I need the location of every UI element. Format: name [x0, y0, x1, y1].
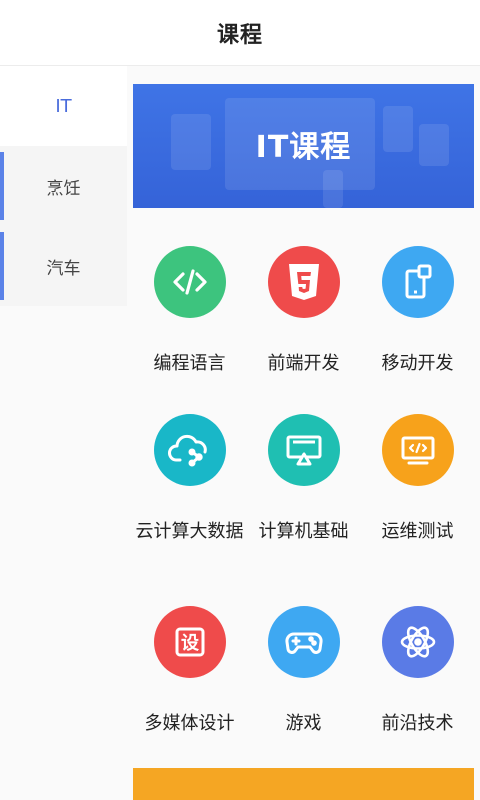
- sidebar-item-it[interactable]: IT: [0, 66, 127, 146]
- sidebar-empty-area: [0, 306, 127, 800]
- category-multimedia-design[interactable]: 设 多媒体设计: [133, 606, 246, 736]
- sidebar-item-cooking[interactable]: 烹饪: [0, 146, 127, 226]
- it-course-banner[interactable]: IT课程: [133, 84, 474, 208]
- category-frontend[interactable]: 前端开发: [247, 246, 360, 376]
- page-title: 课程: [216, 22, 263, 48]
- category-sidebar: IT 烹饪 汽车: [0, 66, 127, 800]
- top-bar: 课程: [0, 0, 480, 66]
- course-content: IT课程 编程语言 前端开发 移动开发 云计算大数据 计算机基础 运维测试 设 …: [127, 66, 480, 800]
- category-label: 前沿技术: [381, 713, 454, 734]
- next-banner[interactable]: [133, 768, 474, 800]
- category-label: 云计算大数据: [135, 521, 244, 542]
- category-label: 编程语言: [153, 353, 226, 374]
- category-label: 游戏: [285, 713, 322, 734]
- category-frontier-tech[interactable]: 前沿技术: [361, 606, 474, 736]
- category-programming-language[interactable]: 编程语言: [133, 246, 246, 376]
- sidebar-item-car[interactable]: 汽车: [0, 226, 127, 306]
- gamepad-icon: [267, 606, 340, 678]
- category-cloud-bigdata[interactable]: 云计算大数据: [133, 414, 246, 544]
- category-label: 运维测试: [381, 521, 454, 542]
- sidebar-indicator: [0, 152, 4, 220]
- category-label: 移动开发: [381, 353, 454, 374]
- svg-text:设: 设: [181, 633, 199, 654]
- category-label: 计算机基础: [258, 521, 349, 542]
- sidebar-item-label: 烹饪: [46, 178, 81, 199]
- category-label: 前端开发: [267, 353, 340, 374]
- banner-title: IT课程: [255, 130, 352, 165]
- category-game[interactable]: 游戏: [247, 606, 360, 736]
- terminal-icon: [381, 414, 454, 486]
- sidebar-item-label: 汽车: [46, 258, 81, 279]
- html5-icon: [267, 246, 340, 318]
- mobile-icon: [381, 246, 454, 318]
- design-icon: 设: [153, 606, 226, 678]
- atom-icon: [381, 606, 454, 678]
- cloud-icon: [153, 414, 226, 486]
- monitor-icon: [267, 414, 340, 486]
- category-ops-testing[interactable]: 运维测试: [361, 414, 474, 544]
- sidebar-indicator: [0, 232, 4, 300]
- sidebar-item-label: IT: [55, 95, 72, 117]
- category-mobile[interactable]: 移动开发: [361, 246, 474, 376]
- category-computer-basics[interactable]: 计算机基础: [247, 414, 360, 544]
- category-label: 多媒体设计: [144, 713, 235, 734]
- code-icon: [153, 246, 226, 318]
